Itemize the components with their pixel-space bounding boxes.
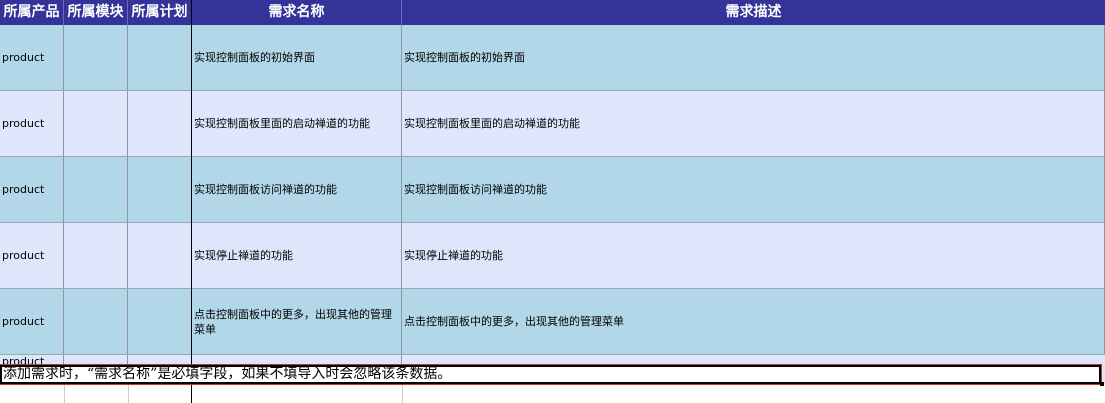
table-row: product 实现控制面板里面的启动禅道的功能 实现控制面板里面的启动禅道的功… xyxy=(0,91,1105,157)
resize-handle[interactable] xyxy=(1100,382,1104,386)
cell-product[interactable]: product xyxy=(0,157,64,222)
empty-row xyxy=(0,384,1105,403)
cell-name[interactable]: 实现控制面板里面的启动禅道的功能 xyxy=(192,91,402,156)
frozen-pane-divider xyxy=(191,0,192,403)
cell-plan[interactable] xyxy=(128,25,192,90)
cell-module[interactable] xyxy=(64,157,128,222)
table-row: product 实现停止禅道的功能 实现停止禅道的功能 xyxy=(0,223,1105,289)
header-desc[interactable]: 需求描述 xyxy=(402,0,1105,25)
spreadsheet: 所属产品 所属模块 所属计划 需求名称 需求描述 product 实现控制面板的… xyxy=(0,0,1105,403)
header-plan[interactable]: 所属计划 xyxy=(128,0,192,25)
header-name[interactable]: 需求名称 xyxy=(192,0,402,25)
cell-plan[interactable] xyxy=(128,157,192,222)
cell-plan[interactable] xyxy=(128,91,192,156)
cell-desc[interactable]: 实现控制面板访问禅道的功能 xyxy=(402,157,1105,222)
cell-name[interactable]: 实现控制面板访问禅道的功能 xyxy=(192,157,402,222)
gridline xyxy=(402,384,403,403)
cell-product[interactable]: product xyxy=(0,25,64,90)
cell-product[interactable]: product xyxy=(0,289,64,354)
table-row: product 实现控制面板的初始界面 实现控制面板的初始界面 xyxy=(0,25,1105,91)
cell-module[interactable] xyxy=(64,289,128,354)
table-row: product 实现控制面板访问禅道的功能 实现控制面板访问禅道的功能 xyxy=(0,157,1105,223)
header-product[interactable]: 所属产品 xyxy=(0,0,64,25)
header-row: 所属产品 所属模块 所属计划 需求名称 需求描述 xyxy=(0,0,1105,25)
gridline xyxy=(128,384,129,403)
cell-name[interactable]: 实现停止禅道的功能 xyxy=(192,223,402,288)
cell-product[interactable]: product xyxy=(0,223,64,288)
cell-plan[interactable] xyxy=(128,289,192,354)
header-module[interactable]: 所属模块 xyxy=(64,0,128,25)
cell-module[interactable] xyxy=(64,223,128,288)
cell-desc[interactable]: 实现控制面板的初始界面 xyxy=(402,25,1105,90)
gridline xyxy=(64,384,65,403)
data-rows: product 实现控制面板的初始界面 实现控制面板的初始界面 product … xyxy=(0,25,1105,355)
cell-plan[interactable] xyxy=(128,223,192,288)
cell-name[interactable]: 实现控制面板的初始界面 xyxy=(192,25,402,90)
cell-desc[interactable]: 实现控制面板里面的启动禅道的功能 xyxy=(402,91,1105,156)
cell-module[interactable] xyxy=(64,25,128,90)
cell-desc[interactable]: 点击控制面板中的更多，出现其他的管理菜单 xyxy=(402,289,1105,354)
cell-desc[interactable]: 实现停止禅道的功能 xyxy=(402,223,1105,288)
cell-product[interactable]: product xyxy=(0,91,64,156)
cell-name[interactable]: 点击控制面板中的更多，出现其他的管理菜单 xyxy=(192,289,402,354)
table-row: product 点击控制面板中的更多，出现其他的管理菜单 点击控制面板中的更多，… xyxy=(0,289,1105,355)
cell-module[interactable] xyxy=(64,91,128,156)
cell-comment[interactable]: 添加需求时，“需求名称”是必填字段，如果不填导入时会忽略该条数据。 xyxy=(0,364,1102,385)
